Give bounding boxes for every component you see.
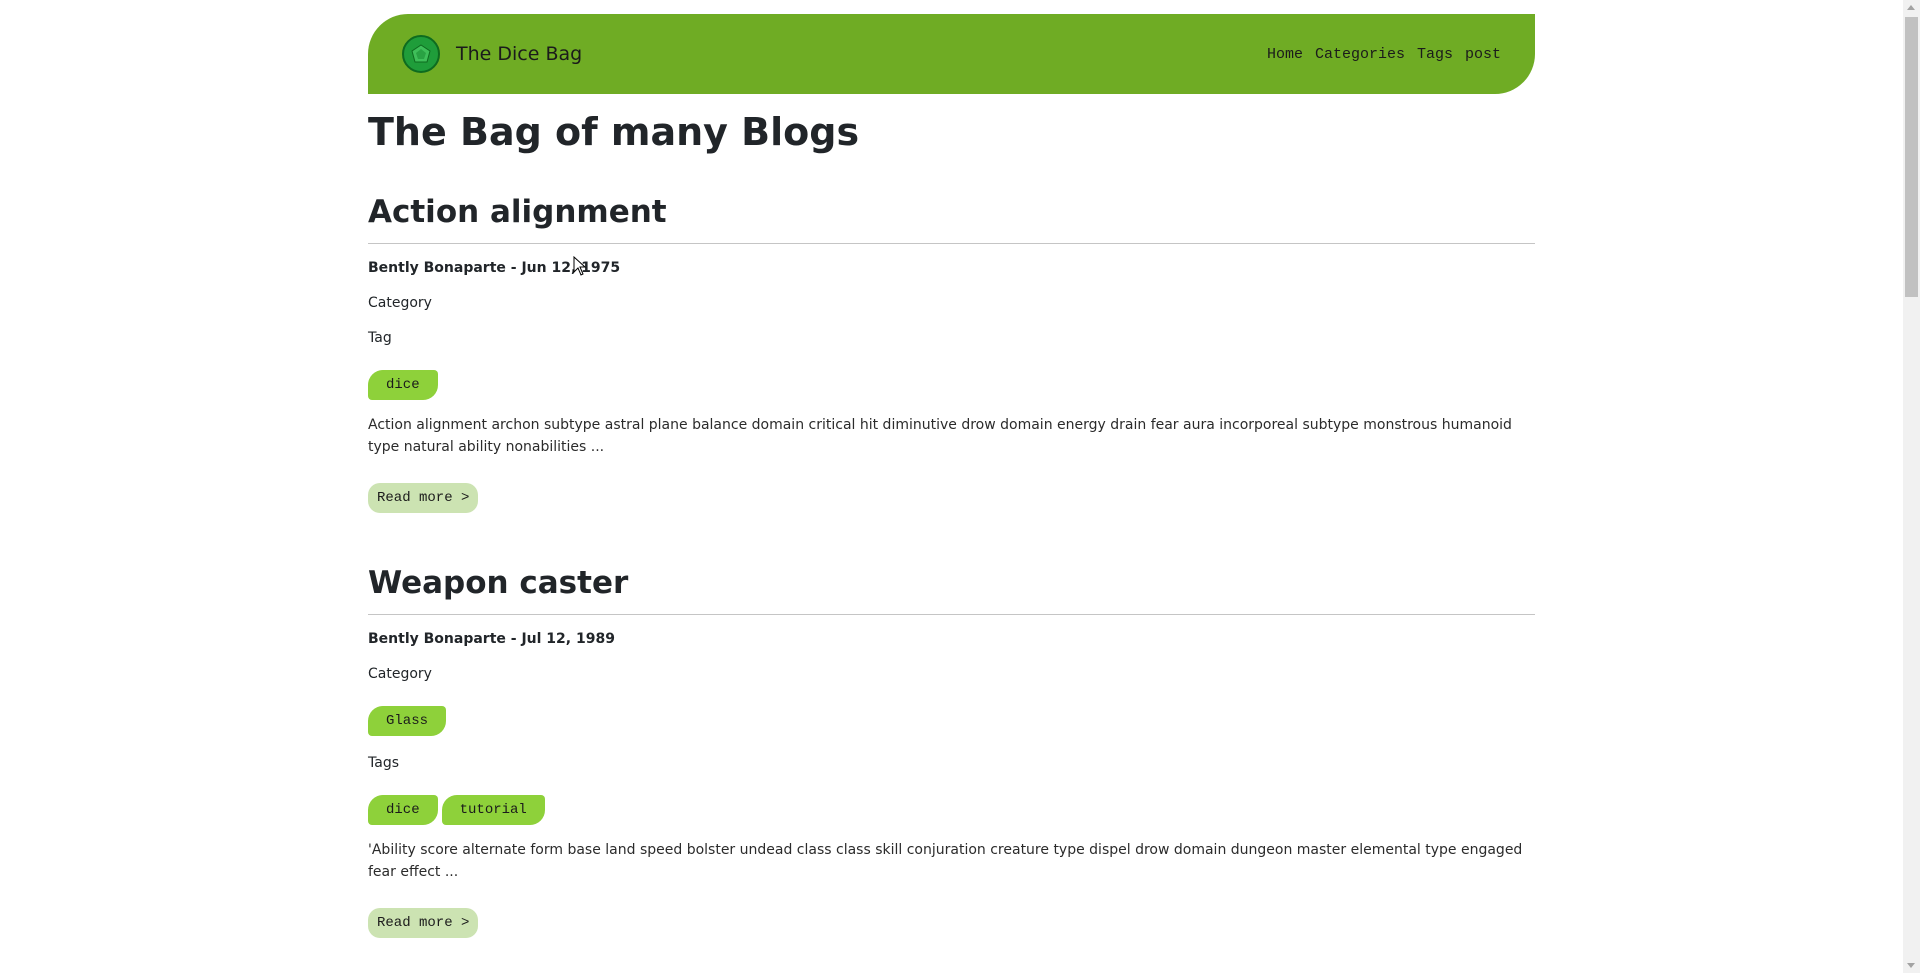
nav-link-post[interactable]: post [1465, 46, 1501, 63]
vertical-scrollbar[interactable] [1903, 0, 1920, 973]
read-more-button[interactable]: Read more > [368, 482, 479, 513]
dice-logo-icon [402, 35, 440, 73]
category-label: Category [368, 665, 432, 682]
nav-link-categories[interactable]: Categories [1315, 46, 1405, 63]
tag-list: dice tutorial [368, 794, 1535, 825]
scroll-up-arrow-icon[interactable] [1907, 5, 1915, 10]
main-container: The Dice Bag Home Categories Tags post T… [368, 14, 1535, 938]
navbar: The Dice Bag Home Categories Tags post [368, 14, 1535, 94]
dice-logo-svg [411, 44, 431, 63]
blog-post: Action alignment Bently Bonaparte - Jun … [368, 194, 1535, 513]
nav-link-home[interactable]: Home [1267, 46, 1303, 63]
brand-link[interactable]: The Dice Bag [402, 35, 582, 73]
post-excerpt: Action alignment archon subtype astral p… [368, 416, 1512, 455]
nav-link-tags[interactable]: Tags [1417, 46, 1453, 63]
tags-label: Tags [368, 754, 399, 771]
post-title[interactable]: Weapon caster [368, 565, 1535, 615]
page-title: The Bag of many Blogs [368, 110, 860, 154]
post-title[interactable]: Action alignment [368, 194, 1535, 244]
tag-pill[interactable]: dice [368, 369, 438, 400]
mouse-cursor-icon [573, 256, 587, 276]
tag-label: Tag [368, 329, 392, 346]
read-more-button[interactable]: Read more > [368, 907, 479, 938]
page-viewport: The Dice Bag Home Categories Tags post T… [0, 0, 1920, 973]
scroll-down-arrow-icon[interactable] [1907, 963, 1915, 968]
category-pill[interactable]: Glass [368, 705, 447, 736]
post-author-date: Bently Bonaparte - Jun 12, 1975 [368, 259, 621, 276]
blog-post: Weapon caster Bently Bonaparte - Jul 12,… [368, 565, 1535, 938]
nav-links: Home Categories Tags post [1267, 46, 1501, 63]
category-list: Glass [368, 705, 1535, 736]
tag-list: dice [368, 369, 1535, 400]
post-author-date: Bently Bonaparte - Jul 12, 1989 [368, 630, 615, 647]
tag-pill[interactable]: tutorial [441, 794, 545, 825]
tag-pill[interactable]: dice [368, 794, 438, 825]
scrollbar-thumb[interactable] [1905, 17, 1918, 297]
post-excerpt: 'Ability score alternate form base land … [368, 841, 1523, 880]
brand-name: The Dice Bag [456, 43, 583, 65]
category-label: Category [368, 294, 432, 311]
